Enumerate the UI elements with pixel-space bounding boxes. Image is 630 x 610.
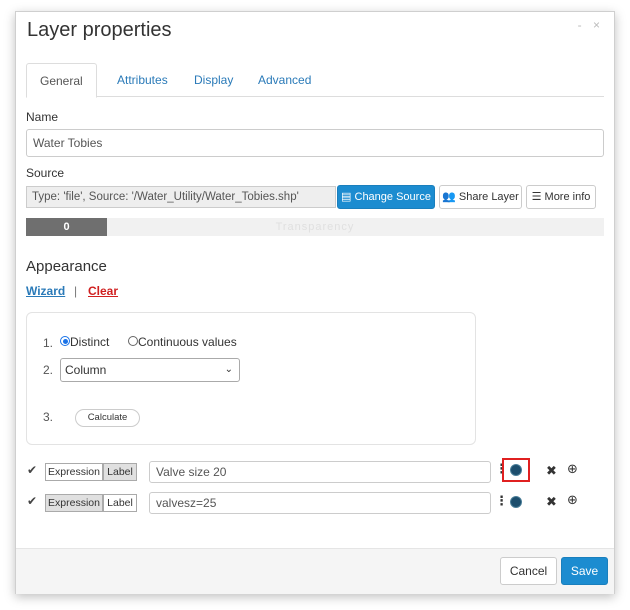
database-icon: ▤	[341, 191, 352, 203]
layer-properties-dialog: Layer properties - × General Attributes …	[15, 11, 615, 594]
tab-display[interactable]: Display	[181, 63, 246, 97]
rule-expression-input[interactable]: valvesz=25	[149, 492, 491, 514]
name-label: Name	[26, 110, 59, 124]
calculate-button[interactable]: Calculate	[75, 409, 140, 427]
share-layer-button[interactable]: 👥 Share Layer	[439, 185, 522, 209]
step-2-number: 2.	[43, 363, 54, 377]
tab-advanced[interactable]: Advanced	[245, 63, 324, 97]
tab-general[interactable]: General	[26, 63, 97, 98]
source-field: Type: 'file', Source: '/Water_Utility/Wa…	[26, 186, 336, 208]
close-icon[interactable]: ✖	[546, 494, 557, 510]
clear-link[interactable]: Clear	[88, 284, 118, 298]
continuous-label: Continuous values	[138, 335, 237, 349]
save-button[interactable]: Save	[561, 557, 608, 585]
name-input[interactable]: Water Tobies	[26, 129, 604, 157]
distinct-label: Distinct	[70, 335, 110, 349]
label-toggle[interactable]: Label	[103, 494, 137, 512]
wizard-panel: 1. Distinct Continuous values 2. Column …	[26, 312, 476, 445]
chevron-down-icon: ⌄	[224, 364, 233, 375]
dialog-title: Layer properties	[27, 19, 172, 41]
close-icon[interactable]: ✖	[546, 463, 557, 479]
more-info-button[interactable]: ☰ More info	[526, 185, 596, 209]
distinct-radio[interactable]	[60, 336, 70, 346]
users-icon: 👥	[442, 191, 456, 203]
color-swatch[interactable]	[510, 496, 522, 508]
change-source-button[interactable]: ▤ Change Source	[337, 185, 435, 209]
step-3-number: 3.	[43, 410, 54, 424]
cancel-button[interactable]: Cancel	[500, 557, 557, 585]
column-select-value: Column	[65, 363, 107, 377]
check-icon[interactable]: ✔	[27, 494, 37, 508]
appearance-heading: Appearance	[26, 258, 107, 275]
color-swatch[interactable]	[510, 464, 522, 476]
window-buttons[interactable]: - ×	[578, 18, 604, 32]
rule-label-input[interactable]: Valve size 20	[149, 461, 491, 483]
transparency-handle[interactable]: 0	[26, 218, 107, 236]
column-select[interactable]: Column ⌄	[60, 358, 240, 382]
more-info-label: More info	[544, 191, 591, 203]
share-layer-label: Share Layer	[458, 191, 519, 203]
tab-bar: General Attributes Display Advanced	[26, 63, 604, 98]
dialog-footer: Cancel Save	[16, 548, 614, 594]
plus-circle-icon[interactable]: ⊕	[567, 461, 578, 477]
label-toggle[interactable]: Label	[103, 463, 137, 481]
check-icon[interactable]: ✔	[27, 463, 37, 477]
continuous-radio[interactable]	[128, 336, 138, 346]
tab-attributes[interactable]: Attributes	[104, 63, 181, 97]
transparency-label: Transparency	[275, 221, 355, 233]
link-separator: |	[74, 284, 78, 298]
source-label: Source	[26, 166, 65, 180]
step-1-number: 1.	[43, 336, 54, 350]
plus-circle-icon[interactable]: ⊕	[567, 492, 578, 508]
change-source-label: Change Source	[354, 191, 431, 203]
transparency-slider[interactable]: 0 Transparency	[26, 218, 604, 236]
expression-toggle[interactable]: Expression	[45, 494, 103, 512]
wizard-link[interactable]: Wizard	[26, 284, 65, 298]
list-icon: ☰	[531, 191, 542, 203]
expression-toggle[interactable]: Expression	[45, 463, 103, 481]
kebab-menu-icon[interactable]: ⋮	[495, 493, 508, 509]
